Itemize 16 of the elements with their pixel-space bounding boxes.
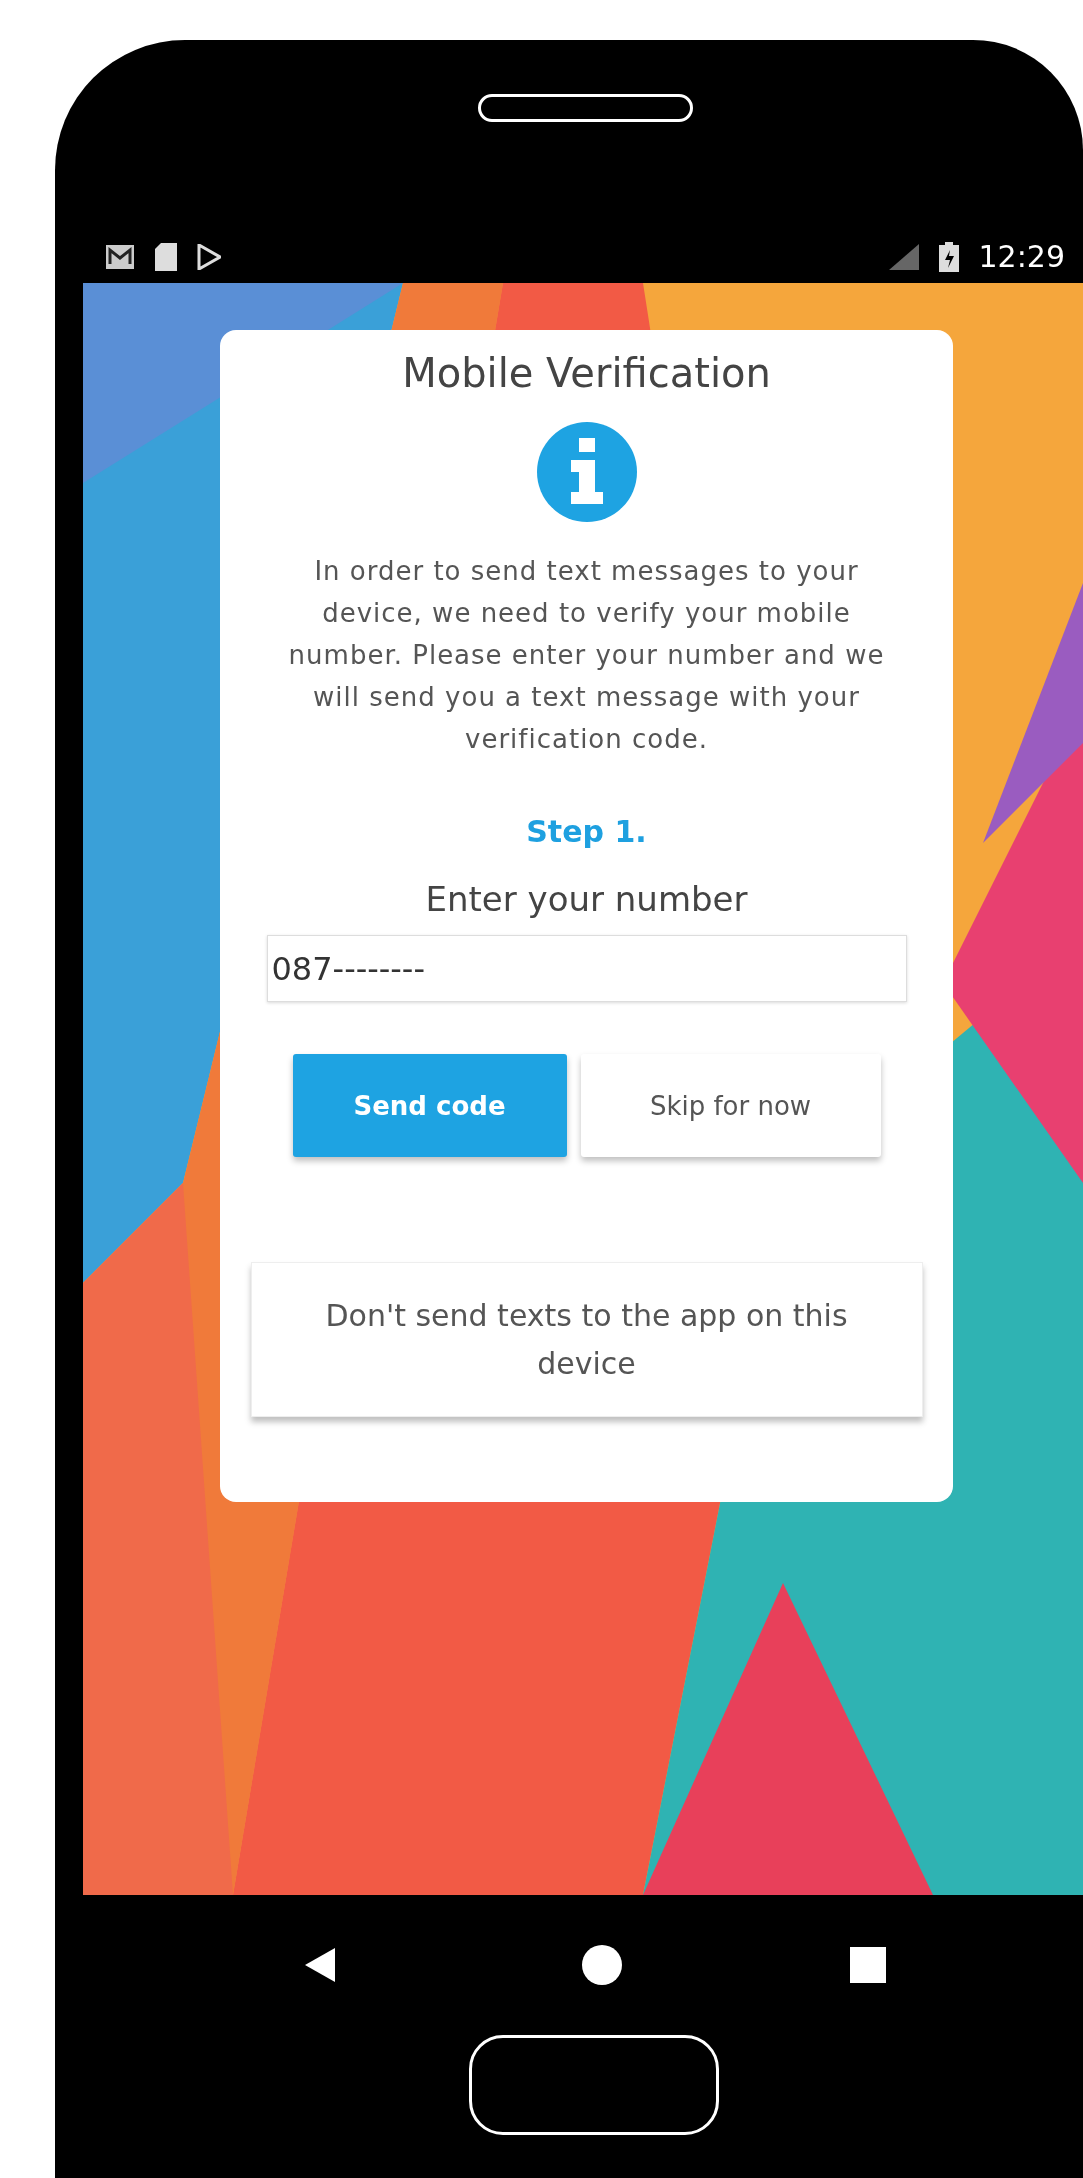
back-icon[interactable]: [305, 1948, 335, 1982]
mail-icon: [105, 243, 135, 270]
play-icon: [197, 243, 221, 270]
info-message: In order to send text messages to your device, we need to verify your mobile number. Please enter your number and we will send you a text message with your verification code.: [287, 555, 886, 756]
status-time: 12:29: [978, 239, 1065, 274]
step-label: Step 1.: [526, 814, 647, 849]
skip-button[interactable]: Skip for now: [580, 1054, 881, 1157]
home-icon[interactable]: [582, 1945, 622, 1985]
battery-icon: [938, 241, 959, 272]
number-prompt: Enter your number: [425, 879, 748, 919]
home-button[interactable]: [469, 2035, 719, 2135]
sd-card-icon: [155, 242, 177, 271]
number-input-field[interactable]: 087--------: [266, 935, 907, 1002]
info-icon: [536, 422, 637, 522]
card-title: Mobile Verification: [402, 350, 771, 396]
opt-out-button[interactable]: Don't send texts to the app on this device: [250, 1262, 923, 1417]
